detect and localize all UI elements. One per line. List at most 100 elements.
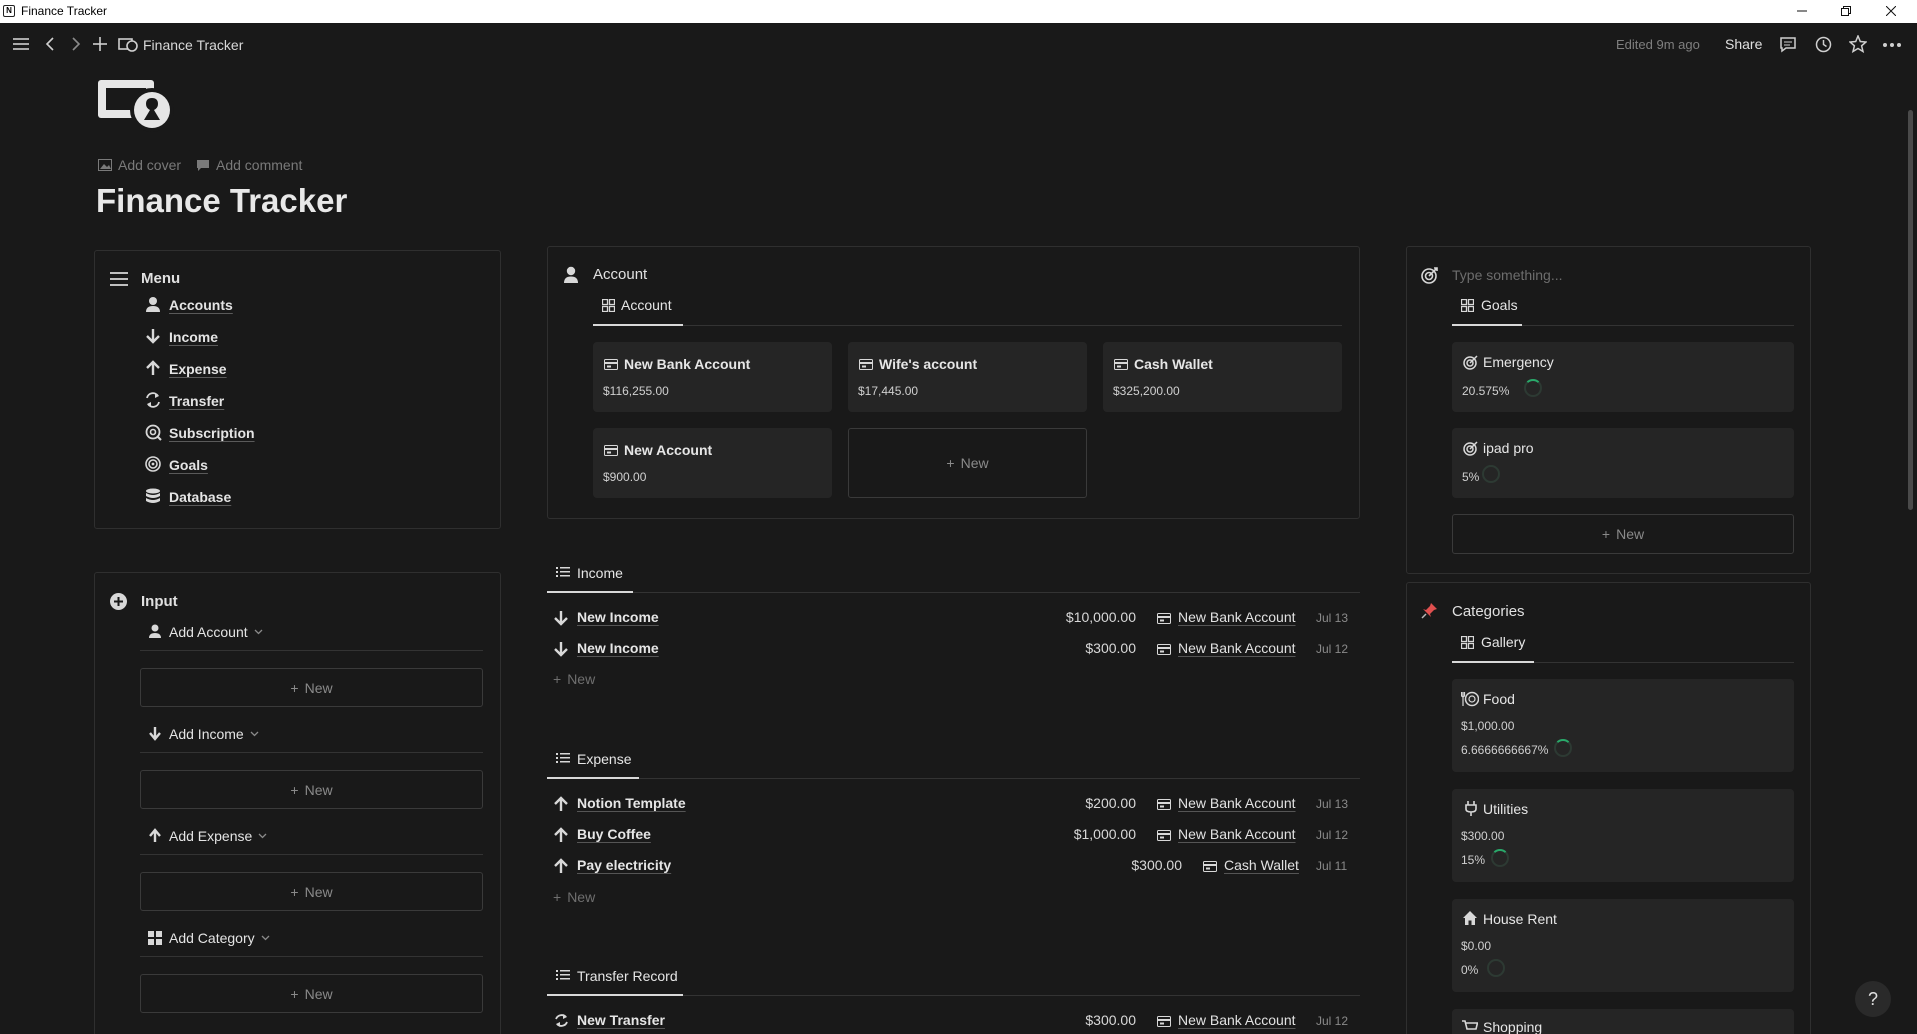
subscription-icon [145,424,162,441]
row-account[interactable]: New Bank Account [1178,609,1296,625]
tab-gallery[interactable]: Gallery [1481,634,1525,650]
row-account[interactable]: New Bank Account [1178,826,1296,842]
table-row[interactable]: Pay electricity $300.00 Cash Wallet Jul … [547,853,1360,881]
expense-add-new[interactable]: + New [553,889,595,905]
breadcrumb[interactable]: Finance Tracker [143,37,243,53]
account-card[interactable]: New Bank Account $116,255.00 [593,342,832,412]
divider [140,956,483,957]
tab-account[interactable]: Account [621,297,672,313]
favorite-star-icon[interactable] [1849,35,1867,53]
add-account-toggle[interactable]: Add Account [169,624,263,640]
row-account[interactable]: New Bank Account [1178,795,1296,811]
row-account[interactable]: New Bank Account [1178,640,1296,656]
restore-button[interactable] [1829,1,1863,21]
menu-item-expense[interactable]: Expense [169,361,227,377]
row-account[interactable]: Cash Wallet [1224,857,1299,873]
add-comment-button[interactable]: Add comment [196,157,302,173]
goal-percent: 5% [1462,470,1480,484]
share-button[interactable]: Share [1725,36,1762,52]
account-card[interactable]: New Account $900.00 [593,428,832,498]
row-title[interactable]: New Income [577,609,659,625]
income-add-new[interactable]: + New [553,671,595,687]
account-card[interactable]: Wife's account $17,445.00 [848,342,1087,412]
row-title[interactable]: Notion Template [577,795,686,811]
row-amount: $300.00 [1131,857,1182,873]
tab-expense[interactable]: Expense [577,751,631,767]
menu-item-goals[interactable]: Goals [169,457,208,473]
row-title[interactable]: New Transfer [577,1012,665,1028]
table-row[interactable]: Notion Template $200.00 New Bank Account… [547,791,1360,819]
goal-card[interactable]: ipad pro 5% [1452,428,1794,498]
category-progress-ring [1487,959,1505,977]
account-card[interactable]: Cash Wallet $325,200.00 [1103,342,1342,412]
page-title[interactable]: Finance Tracker [96,182,347,220]
menu-item-database[interactable]: Database [169,489,231,505]
add-account-new-button[interactable]: + New [140,668,483,707]
add-expense-new-button[interactable]: + New [140,872,483,911]
row-account[interactable]: New Bank Account [1178,1012,1296,1028]
category-card[interactable]: House Rent $0.00 0% [1452,899,1794,992]
row-date: Jul 11 [1316,859,1348,873]
target-icon [1463,441,1478,456]
category-name: Utilities [1483,801,1529,817]
sidebar-toggle-icon[interactable] [13,37,29,51]
add-income-new-button[interactable]: + New [140,770,483,809]
plus-icon: + [1601,526,1611,542]
person-icon [148,624,162,638]
category-card[interactable]: Utilities $300.00 15% [1452,789,1794,882]
menu-item-accounts[interactable]: Accounts [169,297,233,313]
new-page-icon[interactable] [93,37,107,51]
account-new-button[interactable]: + New [848,428,1087,498]
edited-timestamp: Edited 9m ago [1616,37,1700,52]
minimize-button[interactable] [1785,1,1819,21]
category-card[interactable]: Shopping [1452,1009,1794,1034]
add-expense-toggle[interactable]: Add Expense [169,828,267,844]
goals-heading-input[interactable]: Type something... [1452,267,1563,283]
active-tab-indicator [547,591,633,593]
menu-item-subscription[interactable]: Subscription [169,425,255,441]
tab-divider [593,325,1342,326]
table-row[interactable]: New Income $10,000.00 New Bank Account J… [547,605,1360,633]
person-icon [145,296,161,312]
menu-item-transfer[interactable]: Transfer [169,393,224,409]
chevron-down-icon [250,731,259,737]
goals-new-button[interactable]: + New [1452,514,1794,554]
category-progress-ring [1554,739,1572,757]
row-title[interactable]: Buy Coffee [577,826,651,842]
goal-card[interactable]: Emergency 20.575% [1452,342,1794,412]
history-icon[interactable] [1815,36,1832,53]
scrollbar[interactable] [1908,110,1913,510]
tab-goals[interactable]: Goals [1481,297,1518,313]
category-percent: 15% [1461,853,1486,867]
tab-income[interactable]: Income [577,565,623,581]
help-button[interactable]: ? [1855,981,1891,1017]
arrow-up-icon [554,827,568,842]
plug-icon [1465,801,1477,816]
row-amount: $300.00 [1085,640,1136,656]
target-icon [1463,355,1478,370]
menu-hamburger-icon [110,271,128,287]
chevron-down-icon [254,629,263,635]
back-icon[interactable] [45,37,55,51]
table-row[interactable]: New Income $300.00 New Bank Account Jul … [547,636,1360,664]
add-category-new-button[interactable]: + New [140,974,483,1013]
close-window-button[interactable] [1874,1,1908,21]
more-options-icon[interactable] [1883,43,1901,47]
tab-transfer-record[interactable]: Transfer Record [577,968,678,984]
row-title[interactable]: New Income [577,640,659,656]
row-date: Jul 12 [1316,642,1349,656]
table-row[interactable]: Buy Coffee $1,000.00 New Bank Account Ju… [547,822,1360,850]
menu-item-income[interactable]: Income [169,329,218,345]
add-category-toggle[interactable]: Add Category [169,930,270,946]
category-card[interactable]: Food $1,000.00 6.6666666667% [1452,679,1794,772]
add-income-toggle[interactable]: Add Income [169,726,259,742]
table-row[interactable]: New Transfer $300.00 New Bank Account Ju… [547,1008,1360,1034]
wallet-icon [604,445,618,456]
row-title[interactable]: Pay electricity [577,857,671,873]
comments-icon[interactable] [1779,36,1797,53]
person-icon [563,266,579,283]
page-cash-icon[interactable] [96,76,176,134]
chevron-down-icon [261,935,270,941]
add-cover-button[interactable]: Add cover [98,157,181,173]
forward-icon[interactable] [71,37,81,51]
